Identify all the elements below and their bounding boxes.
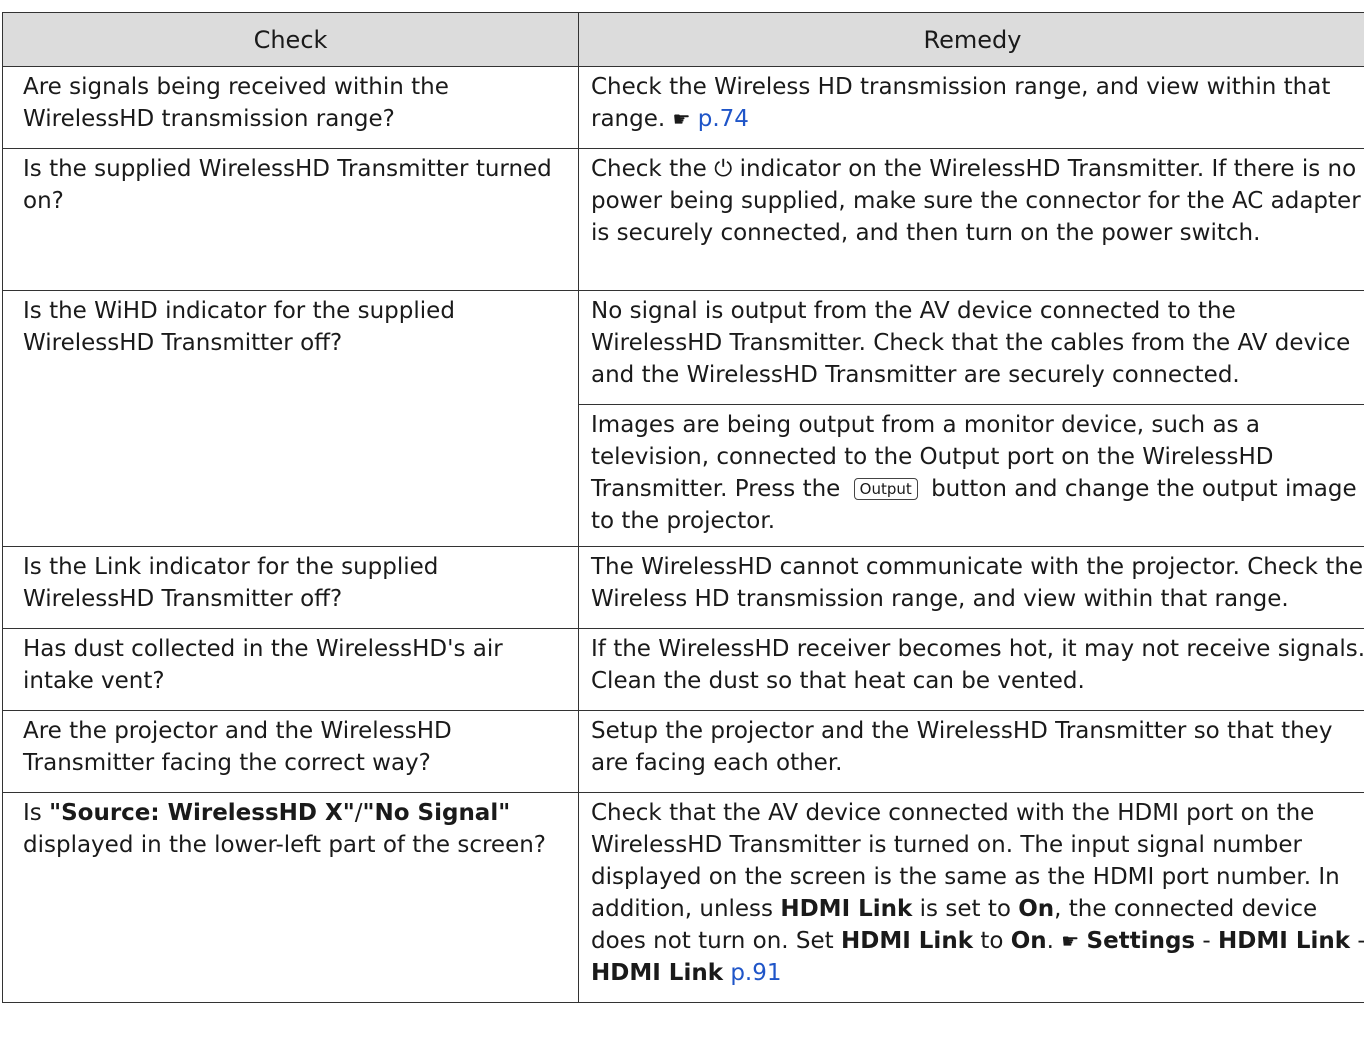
remedy-text: is set to: [919, 896, 1011, 922]
source-message: "Source: WirelessHD X": [49, 800, 355, 826]
table-row: Is "Source: WirelessHD X"/"No Signal" di…: [2, 792, 1364, 1003]
check-cell: Are the projector and the WirelessHD Tra…: [2, 710, 579, 793]
power-icon: ⏻: [714, 156, 733, 182]
path-separator: -: [1202, 928, 1211, 954]
remedy-column-header: Remedy: [578, 12, 1364, 67]
troubleshooting-table: Check Remedy Are signals being received …: [2, 12, 1364, 1003]
path-separator: -: [1357, 928, 1364, 954]
remedy-text: indicator on the WirelessHD Transmitter.…: [591, 156, 1361, 246]
remedy-cell: Setup the projector and the WirelessHD T…: [578, 710, 1364, 793]
hdmi-link-term: HDMI Link: [840, 928, 973, 954]
table-row: Is the Link indicator for the supplied W…: [2, 546, 1364, 629]
remedy-text: Check the: [591, 156, 707, 182]
check-cell: Is the supplied WirelessHD Transmitter t…: [2, 148, 579, 291]
page-reference-link[interactable]: p.91: [730, 960, 781, 986]
table-row: Are the projector and the WirelessHD Tra…: [2, 710, 1364, 793]
remedy-text: to: [980, 928, 1004, 954]
check-text: displayed in the lower-left part of the …: [23, 832, 547, 858]
check-cell: Is the WiHD indicator for the supplied W…: [2, 290, 579, 547]
remedy-cell: Check that the AV device connected with …: [578, 792, 1364, 1003]
check-cell: Is "Source: WirelessHD X"/"No Signal" di…: [2, 792, 579, 1003]
remedy-cell: Images are being output from a monitor d…: [578, 404, 1364, 547]
check-cell: Are signals being received within the Wi…: [2, 66, 579, 149]
no-signal-message: "No Signal": [362, 800, 511, 826]
remedy-cell: The WirelessHD cannot communicate with t…: [578, 546, 1364, 629]
on-term: On: [1010, 928, 1047, 954]
remedy-cell: Check the ⏻ indicator on the WirelessHD …: [578, 148, 1364, 291]
on-term: On: [1018, 896, 1055, 922]
pointing-hand-icon: ☛: [672, 107, 691, 131]
check-cell: Has dust collected in the WirelessHD's a…: [2, 628, 579, 711]
hdmi-link-term: HDMI Link: [780, 896, 913, 922]
table-header-row: Check Remedy: [2, 12, 1364, 67]
check-text: Is: [23, 800, 42, 826]
table-row: Are signals being received within the Wi…: [2, 66, 1364, 149]
table-row: Is the WiHD indicator for the supplied W…: [2, 290, 1364, 547]
check-cell: Is the Link indicator for the supplied W…: [2, 546, 579, 629]
output-button-key: Output: [853, 478, 918, 500]
remedy-cell: No signal is output from the AV device c…: [578, 290, 1364, 405]
hdmi-link-menu-path: HDMI Link: [1218, 928, 1351, 954]
pointing-hand-icon: ☛: [1061, 929, 1080, 953]
check-column-header: Check: [2, 12, 579, 67]
page-reference-link[interactable]: p.74: [698, 106, 749, 132]
table-row: Has dust collected in the WirelessHD's a…: [2, 628, 1364, 711]
remedy-cell: If the WirelessHD receiver becomes hot, …: [578, 628, 1364, 711]
hdmi-link-menu-path: HDMI Link: [591, 960, 724, 986]
remedy-cell: Check the Wireless HD transmission range…: [578, 66, 1364, 149]
table-row: Is the supplied WirelessHD Transmitter t…: [2, 148, 1364, 291]
settings-menu-path: Settings: [1086, 928, 1196, 954]
remedy-text: .: [1046, 928, 1054, 954]
